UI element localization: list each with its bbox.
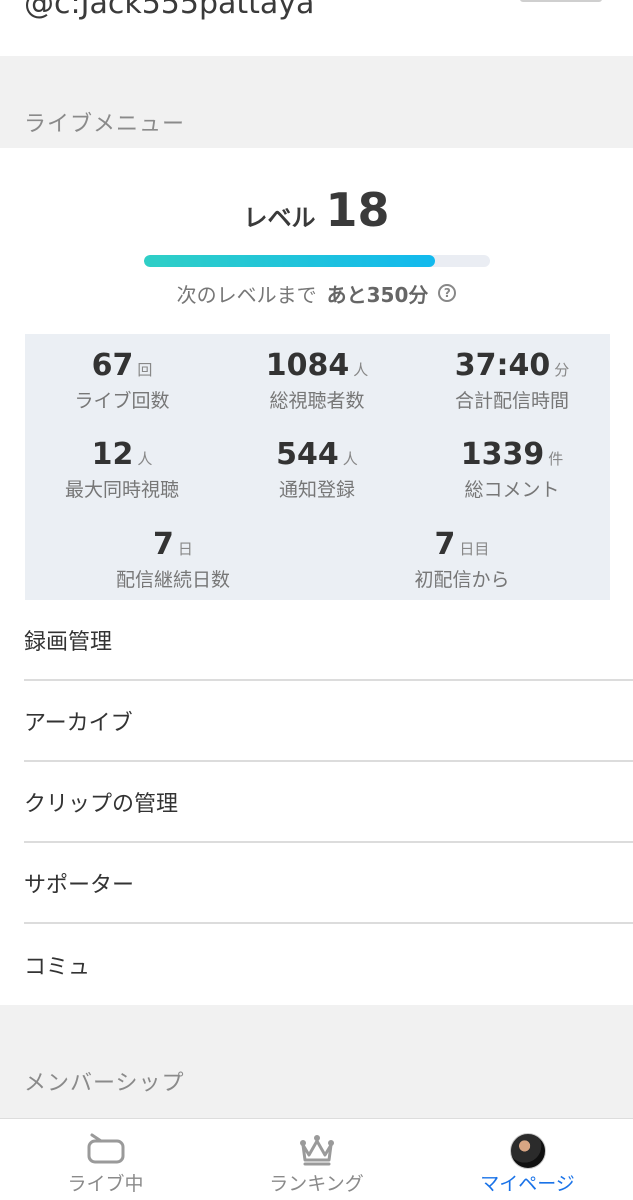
next-level-info: 次のレベルまで あと350分 ? [0,279,633,307]
stat-label: 総コメント [464,479,560,501]
crown-icon [297,1133,337,1171]
next-level-text: 次のレベルまで [176,282,317,307]
stat-unit: 件 [548,450,564,468]
stat-notification-subscribers: 544 人 通知登録 [222,437,412,502]
avatar [509,1133,546,1169]
stat-days-since-first-broadcast: 7 日目 初配信から [367,527,557,592]
stat-value: 12 [91,437,134,472]
my-page-screen: @c:Jack555pattaya ライブメニュー レベル 18 次のレベルまで… [0,0,633,1200]
level-label: レベル [243,204,316,232]
stat-value: 544 [276,437,339,472]
stat-unit: 日目 [459,540,490,558]
stat-unit: 分 [554,361,570,379]
stat-total-broadcast-time: 37:40 分 合計配信時間 [417,348,607,413]
stat-max-concurrent-viewers: 12 人 最大同時視聴 [27,437,217,502]
tab-ranking[interactable]: ランキング [211,1119,422,1200]
level-progress-bar [144,255,490,267]
stat-unit: 回 [137,361,153,379]
menu-item-community[interactable]: コミュ [24,924,633,1005]
stat-total-comments: 1339 件 総コメント [417,437,607,502]
user-header: @c:Jack555pattaya [0,0,633,56]
stat-consecutive-broadcast-days: 7日 配信継続日数 [78,527,268,592]
stat-value: 1339 [460,437,545,472]
tv-icon [86,1133,126,1169]
live-menu-section-title: ライブメニュー [24,112,186,137]
stat-value: 7 [153,527,174,562]
menu-item-recording-management[interactable]: 録画管理 [24,600,633,681]
header-corner-badge [520,0,602,2]
stat-unit: 人 [353,361,369,379]
stat-label: 通知登録 [278,479,355,501]
stat-value: 67 [91,348,134,383]
tab-label: マイページ [480,1173,575,1195]
membership-section-header: メンバーシップ [0,1005,633,1118]
membership-section-title: メンバーシップ [24,1071,185,1096]
stat-label: 配信継続日数 [115,569,230,591]
stat-value: 7 [434,527,456,562]
stat-unit: 人 [342,450,358,468]
stat-value: 37:40 [454,348,551,383]
stat-unit: 日 [177,540,193,558]
tab-label: ライブ中 [67,1173,144,1195]
level-display: レベル 18 [0,183,633,243]
menu-item-archive[interactable]: アーカイブ [24,681,633,762]
help-icon[interactable]: ? [438,284,457,302]
live-stats-panel: 67 回 ライブ回数 1084 人 総視聴者数 37:40 分 合計配信時間 12 人 … [25,334,610,600]
stat-label: ライブ回数 [74,390,170,412]
level-value: 18 [325,183,390,237]
tab-label: ランキング [269,1173,364,1195]
level-progress-fill [144,255,435,267]
next-level-remaining: あと350分 [326,282,429,307]
stat-value: 1084 [265,348,350,383]
live-menu-list: 録画管理 アーカイブ クリップの管理 サポーター コミュ [24,600,633,1005]
stat-label: 最大同時視聴 [64,479,179,501]
stat-label: 総視聴者数 [269,390,365,412]
stat-label: 合計配信時間 [454,390,569,412]
stat-label: 初配信から [414,569,510,591]
menu-item-supporters[interactable]: サポーター [24,843,633,924]
user-handle: @c:Jack555pattaya [24,0,315,21]
tab-live-now[interactable]: ライブ中 [0,1119,211,1200]
stat-live-count: 67 回 ライブ回数 [27,348,217,413]
stat-total-viewers: 1084 人 総視聴者数 [222,348,412,413]
avatar-wrapper [509,1133,546,1169]
live-menu-section-header: ライブメニュー [0,56,633,148]
menu-item-clip-management[interactable]: クリップの管理 [24,762,633,843]
tab-my-page[interactable]: マイページ [422,1119,633,1200]
bottom-tab-bar: ライブ中 ランキング マイページ [0,1118,633,1200]
stat-unit: 人 [137,450,153,468]
